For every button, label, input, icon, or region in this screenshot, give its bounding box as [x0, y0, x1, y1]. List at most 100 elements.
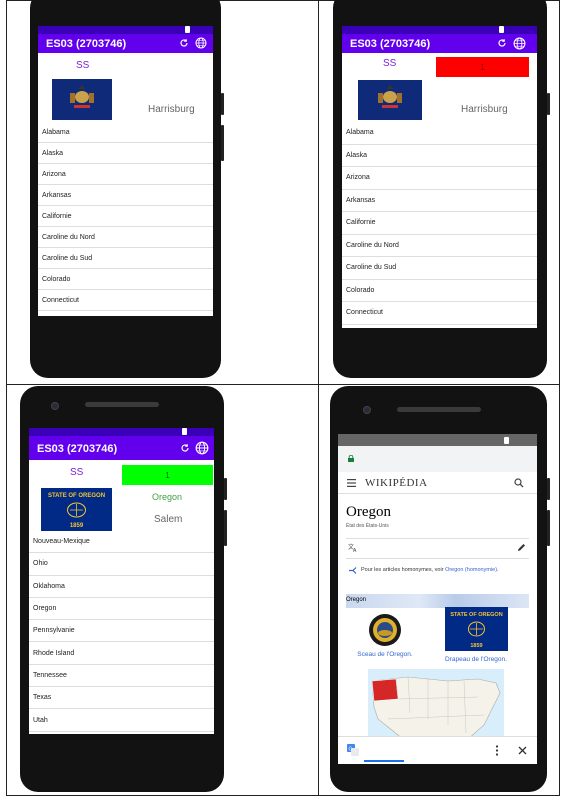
oregon-flag-text-top: STATE OF OREGON [48, 493, 105, 499]
ss-label: SS [70, 467, 84, 478]
app-bar: ES03 (2703746) [342, 34, 537, 53]
infobox-title: Oregon [346, 597, 367, 603]
speaker-grille [85, 402, 159, 407]
wiki-header: WIKIPÉDIA [338, 472, 537, 494]
list-item[interactable]: Arkansas [38, 185, 213, 206]
refresh-icon[interactable] [497, 38, 507, 48]
list-item[interactable]: Arizona [38, 164, 213, 185]
list-item[interactable]: Oregon [29, 598, 214, 621]
phone-4: WIKIPÉDIA Oregon État des États-Unis 文A … [330, 386, 547, 792]
app-title: ES03 (2703746) [46, 38, 127, 50]
more-icon[interactable] [495, 745, 499, 756]
flag-caption[interactable]: Drapeau de l'Oregon. [435, 656, 517, 663]
hatnote-suffix: . [497, 567, 499, 573]
volume-button [547, 510, 550, 546]
app-bar: ES03 (2703746) [38, 34, 213, 53]
list-item[interactable]: Connecticut [38, 290, 213, 311]
app-bar: ES03 (2703746) [29, 436, 214, 460]
toolbar-divider [346, 538, 529, 539]
list-item[interactable]: Pennsylvanie [29, 620, 214, 643]
status-bar [38, 26, 213, 34]
list-item[interactable]: Alabama [342, 122, 537, 145]
menu-icon[interactable] [347, 479, 356, 487]
url-bar[interactable] [338, 446, 537, 472]
list-item[interactable]: Caroline du Nord [38, 227, 213, 248]
capital-label: Harrisburg [461, 104, 508, 115]
power-button [547, 93, 550, 115]
table-border-bottom [6, 795, 560, 796]
camera-icon [51, 402, 59, 410]
seal-caption[interactable]: Sceau de l'Oregon. [344, 651, 426, 658]
list-item[interactable]: Connecticut [342, 302, 537, 325]
oregon-flag[interactable]: STATE OF OREGON 1859 [445, 607, 508, 651]
hatnote: Pour les articles homonymes, voir Oregon… [361, 567, 499, 573]
translate-tab-indicator [364, 760, 404, 762]
speaker-grille [397, 407, 481, 412]
list-item[interactable]: Ohio [29, 553, 214, 576]
refresh-icon[interactable] [179, 38, 189, 48]
app-title: ES03 (2703746) [37, 443, 118, 455]
state-list[interactable]: Alabama Alaska Arizona Arkansas Californ… [38, 122, 213, 311]
list-item[interactable]: Caroline du Nord [342, 235, 537, 257]
result-banner: 1 [436, 57, 529, 77]
screen-4: WIKIPÉDIA Oregon État des États-Unis 文A … [338, 434, 537, 764]
battery-icon [504, 437, 509, 444]
svg-text:G: G [349, 747, 353, 753]
google-translate-icon[interactable]: G [347, 744, 359, 756]
pennsylvania-flag [52, 79, 112, 120]
volume-button [221, 125, 224, 161]
edit-icon[interactable] [517, 543, 526, 552]
wiki-logo[interactable]: WIKIPÉDIA [365, 477, 428, 489]
state-list[interactable]: Alabama Alaska Arizona Arkansas Californ… [342, 122, 537, 325]
globe-icon[interactable] [195, 37, 207, 49]
list-item[interactable]: Alaska [342, 145, 537, 167]
power-button [221, 93, 224, 115]
list-item[interactable]: Colorado [38, 269, 213, 290]
list-item[interactable]: Arizona [342, 167, 537, 190]
camera-icon [363, 406, 371, 414]
globe-icon[interactable] [195, 441, 209, 455]
translate-bar: G [338, 736, 537, 764]
table-border-left [6, 0, 7, 796]
list-item[interactable]: Alaska [38, 143, 213, 164]
list-item[interactable]: Caroline du Sud [342, 257, 537, 280]
list-item[interactable]: Texas [29, 687, 214, 710]
status-bar [342, 26, 537, 34]
oregon-flag-text-top: STATE OF OREGON [450, 612, 502, 618]
list-item[interactable]: Nouveau-Mexique [29, 531, 214, 554]
state-list[interactable]: Nouveau-Mexique Ohio Oklahoma Oregon Pen… [29, 531, 214, 732]
list-item[interactable]: Colorado [342, 280, 537, 302]
disambiguation-icon [349, 567, 357, 574]
oregon-seal[interactable] [368, 613, 402, 647]
list-item[interactable]: Californie [342, 212, 537, 235]
article-subtitle: État des États-Unis [346, 523, 389, 529]
table-border-center [318, 0, 319, 796]
list-item[interactable]: Californie [38, 206, 213, 227]
power-button [547, 478, 550, 500]
power-button [224, 478, 227, 500]
infobox-header [346, 594, 529, 608]
list-item[interactable]: Oklahoma [29, 576, 214, 598]
hatnote-link[interactable]: Oregon (homonymie) [445, 567, 497, 573]
list-item[interactable]: Alabama [38, 122, 213, 143]
capital-label: Harrisburg [148, 104, 195, 115]
list-item[interactable]: Rhode Island [29, 642, 214, 665]
battery-icon [499, 26, 504, 33]
translate-icon[interactable]: 文A [348, 543, 358, 552]
list-item[interactable]: Arkansas [342, 190, 537, 212]
globe-icon[interactable] [513, 37, 526, 50]
ss-label: SS [383, 58, 397, 69]
close-icon[interactable] [518, 746, 527, 755]
list-item[interactable]: Tennessee [29, 665, 214, 688]
oregon-flag: STATE OF OREGON 1859 [41, 488, 112, 531]
refresh-icon[interactable] [180, 443, 190, 453]
oregon-flag-text-bottom: 1859 [70, 523, 84, 529]
volume-button [224, 510, 227, 546]
screen-2: ES03 (2703746) SS 1 Harrisburg Alabama A… [342, 26, 537, 328]
phone-1: ES03 (2703746) SS Harrisburg Alabama Ala… [30, 0, 221, 378]
ss-label: SS [76, 60, 90, 71]
list-item[interactable]: Utah [29, 709, 214, 732]
list-item[interactable]: Caroline du Sud [38, 248, 213, 269]
search-icon[interactable] [514, 478, 524, 488]
svg-text:A: A [353, 548, 357, 552]
